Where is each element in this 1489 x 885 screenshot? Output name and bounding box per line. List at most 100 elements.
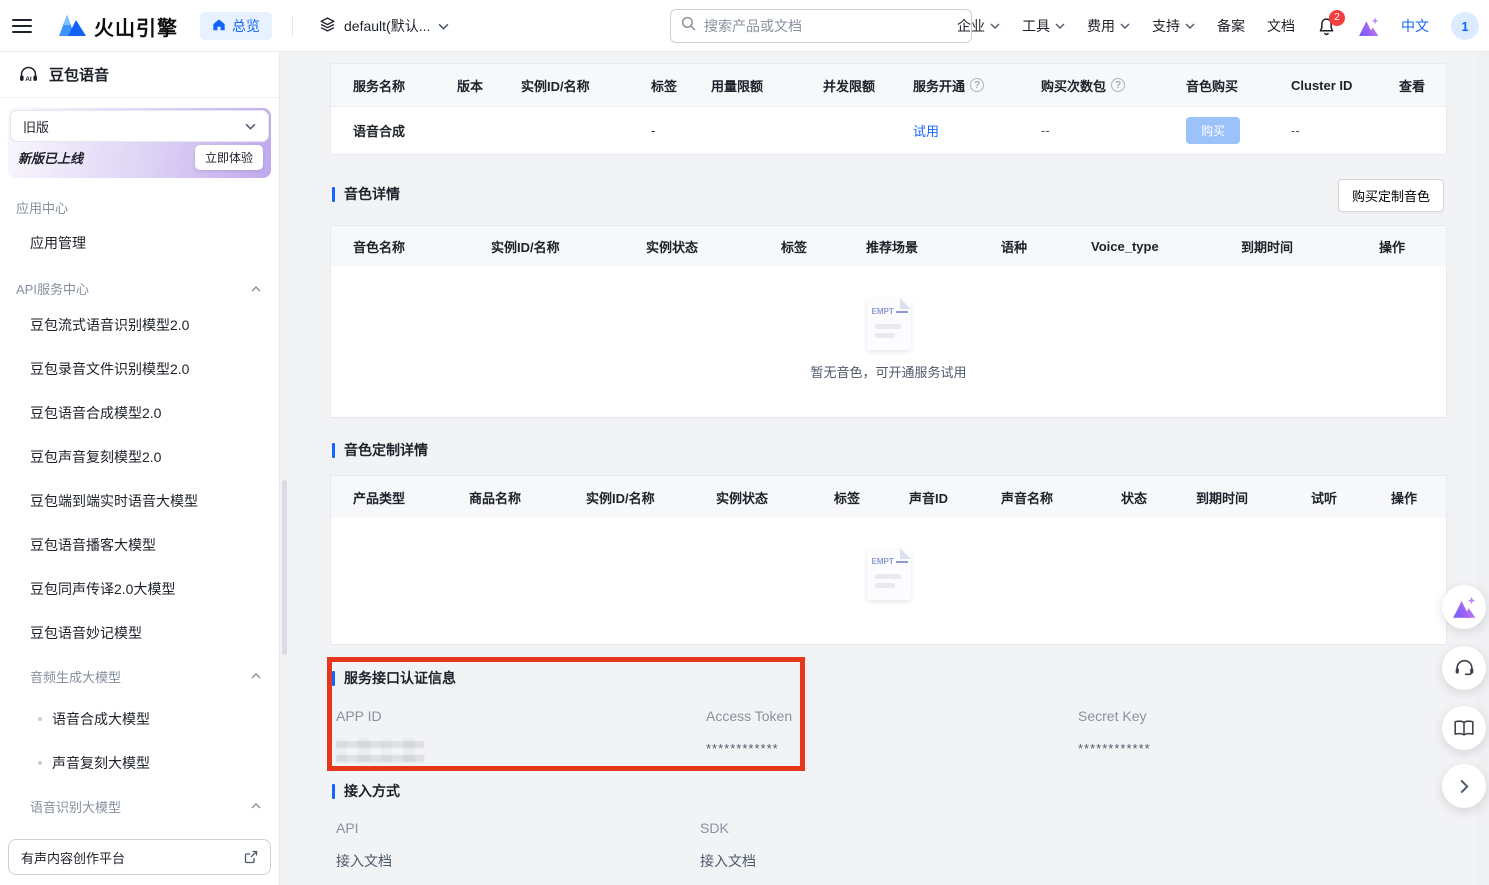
column-header: 实例ID/名称	[491, 237, 646, 256]
sidebar-item-label: 语音合成大模型	[52, 709, 150, 729]
group-label-app-center: 应用中心	[0, 198, 279, 217]
buy-custom-voice-button[interactable]: 购买定制音色	[1338, 179, 1444, 212]
subgroup-audio-generation[interactable]: 音频生成大模型	[0, 655, 279, 697]
document-fold	[900, 298, 911, 309]
try-now-button[interactable]: 立即体验	[195, 145, 263, 170]
column-header: 标签	[651, 76, 711, 95]
sdk-doc-link[interactable]: 接入文档	[700, 851, 756, 871]
sidebar-item-label: 豆包录音文件识别模型2.0	[30, 359, 189, 379]
bullet-icon	[38, 717, 42, 721]
topbar-right: 企业 工具 费用 支持 备案 文档 2	[957, 0, 1479, 52]
sidebar-item-label: 豆包端到端实时语音大模型	[30, 491, 198, 511]
floating-docs-button[interactable]	[1442, 706, 1486, 750]
audio-generation-list: 语音合成大模型声音复刻大模型	[0, 697, 279, 785]
menu-enterprise[interactable]: 企业	[957, 16, 1000, 36]
access-method-title: 接入方式	[332, 781, 400, 801]
chevron-down-icon	[1055, 23, 1065, 29]
column-header: 标签	[834, 488, 909, 507]
auth-section-title: 服务接口认证信息	[332, 668, 456, 688]
column-header: 到期时间	[1196, 488, 1311, 507]
sidebar-item-label: 豆包同声传译2.0大模型	[30, 579, 175, 599]
search-icon	[681, 16, 696, 36]
voice-table-header: 音色名称实例ID/名称实例状态标签推荐场景语种Voice_type到期时间操作	[331, 226, 1446, 266]
floating-support-button[interactable]	[1442, 646, 1486, 690]
empty-icon-label: EMPT	[872, 557, 894, 566]
sidebar-item-label: 应用管理	[30, 233, 86, 253]
column-header: 实例状态	[716, 488, 834, 507]
sidebar-item[interactable]: 豆包同声传译2.0大模型	[0, 567, 279, 611]
sidebar-scrollbar-thumb[interactable]	[282, 480, 287, 655]
sidebar-item[interactable]: 豆包端到端实时语音大模型	[0, 479, 279, 523]
sidebar-item[interactable]: 豆包语音合成模型2.0	[0, 391, 279, 435]
avatar[interactable]: 1	[1451, 12, 1479, 40]
ai-mountain-icon	[1358, 17, 1379, 36]
document-dash	[896, 561, 908, 563]
sidebar-item[interactable]: 应用管理	[0, 223, 279, 263]
menu-billing[interactable]: 费用	[1087, 16, 1130, 36]
chevron-down-icon	[1120, 23, 1130, 29]
section-title-text: 服务接口认证信息	[344, 668, 456, 688]
column-header: 服务开通	[913, 76, 1041, 95]
help-icon[interactable]	[970, 78, 984, 92]
access-token-value: ************	[706, 741, 779, 756]
sidebar-sub-item[interactable]: 声音复刻大模型	[0, 741, 279, 785]
notifications-button[interactable]: 2	[1317, 17, 1336, 36]
document-line	[875, 324, 901, 329]
search-input[interactable]	[704, 18, 961, 34]
sidebar-item[interactable]: 豆包语音妙记模型	[0, 611, 279, 655]
version-select[interactable]: 旧版	[10, 110, 269, 142]
subgroup-speech-recognition[interactable]: 语音识别大模型	[0, 785, 279, 827]
notification-badge: 2	[1329, 10, 1345, 26]
menu-support[interactable]: 支持	[1152, 16, 1195, 36]
overview-button[interactable]: 总览	[200, 12, 272, 40]
custom-voice-title: 音色定制详情	[332, 440, 428, 460]
secret-key-label: Secret Key	[1078, 708, 1146, 724]
column-header: Cluster ID	[1291, 78, 1399, 93]
link-icp[interactable]: 备案	[1217, 16, 1245, 36]
api-doc-link[interactable]: 接入文档	[336, 851, 392, 871]
group-label-api-center[interactable]: API服务中心	[0, 279, 279, 298]
buy-button[interactable]: 购买	[1186, 117, 1240, 144]
sidebar-item[interactable]: 豆包录音文件识别模型2.0	[0, 347, 279, 391]
language-switch[interactable]: 中文	[1401, 16, 1429, 36]
brand-logo[interactable]: 火山引擎	[58, 12, 178, 41]
home-icon	[212, 18, 226, 35]
sidebar-item-label: 豆包声音复刻模型2.0	[30, 447, 161, 467]
column-header: 查看	[1399, 76, 1446, 95]
empty-icon-label: EMPT	[872, 307, 894, 316]
version-select-value: 旧版	[23, 117, 49, 136]
ai-assistant-button[interactable]	[1358, 17, 1379, 36]
topbar: 火山引擎 总览 default(默认...	[0, 0, 1489, 52]
service-table-card: 服务名称 版本 实例ID/名称 标签 用量限额 并发限额 服务开通 购买次数包 …	[330, 63, 1447, 155]
help-icon[interactable]	[1111, 78, 1125, 92]
headset-icon	[1454, 658, 1475, 678]
document-fold	[900, 548, 911, 559]
floating-collapse-button[interactable]	[1442, 764, 1486, 808]
page-scrollbar-track[interactable]	[1477, 52, 1489, 885]
sidebar-header: AI 豆包语音	[0, 52, 279, 98]
custom-table-header: 产品类型商品名称实例ID/名称实例状态标签声音ID声音名称状态到期时间试听操作	[331, 476, 1446, 518]
column-header: 音色购买	[1186, 76, 1291, 95]
hamburger-menu-icon[interactable]	[0, 0, 44, 52]
section-bar	[332, 187, 335, 202]
custom-voice-table-card: 产品类型商品名称实例ID/名称实例状态标签声音ID声音名称状态到期时间试听操作 …	[330, 475, 1447, 645]
column-header: 实例状态	[646, 237, 781, 256]
sidebar-sub-item[interactable]: 语音合成大模型	[0, 697, 279, 741]
project-selector[interactable]: default(默认...	[319, 16, 449, 36]
sidebar-item[interactable]: 豆包声音复刻模型2.0	[0, 435, 279, 479]
bullet-icon	[38, 761, 42, 765]
column-header: 操作	[1379, 237, 1446, 256]
package-cell: --	[1041, 123, 1186, 138]
sidebar-item[interactable]: 豆包语音播客大模型	[0, 523, 279, 567]
column-header: 并发限额	[823, 76, 913, 95]
trial-link[interactable]: 试用	[913, 121, 1041, 140]
audio-creation-platform-link[interactable]: 有声内容创作平台	[8, 839, 271, 875]
sidebar-item[interactable]: 豆包流式语音识别模型2.0	[0, 303, 279, 347]
floating-ai-assistant-button[interactable]	[1442, 585, 1486, 629]
link-docs[interactable]: 文档	[1267, 16, 1295, 36]
chevron-up-icon	[251, 286, 261, 292]
section-title-text: 音色定制详情	[344, 440, 428, 460]
cluster-id-cell: --	[1291, 123, 1399, 138]
menu-tools[interactable]: 工具	[1022, 16, 1065, 36]
sidebar-item-label: 豆包语音妙记模型	[30, 623, 142, 643]
